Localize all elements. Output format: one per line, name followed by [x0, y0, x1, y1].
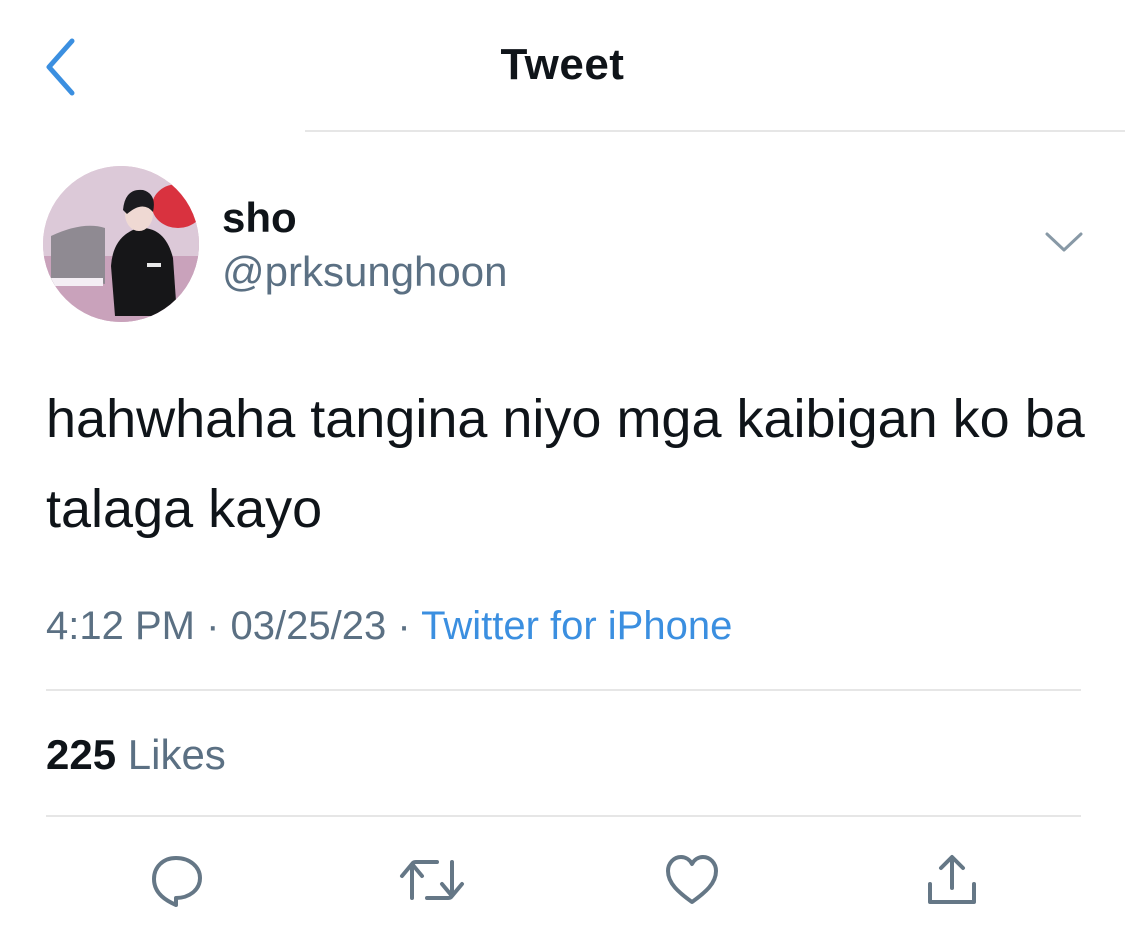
- tweet-text: hahwhaha tangina niyo mga kaibigan ko ba…: [46, 389, 1085, 539]
- tweet-metadata: 4:12 PM · 03/25/23 · Twitter for iPhone: [46, 604, 732, 649]
- meta-separator: ·: [206, 604, 220, 648]
- tweet-time: 4:12 PM: [46, 604, 195, 648]
- divider: [46, 815, 1081, 817]
- more-options-button[interactable]: [1036, 222, 1092, 262]
- page-title: Tweet: [500, 40, 625, 89]
- avatar[interactable]: [43, 166, 199, 322]
- like-button[interactable]: [652, 840, 732, 920]
- divider: [46, 689, 1081, 691]
- tweet-source-link[interactable]: Twitter for iPhone: [421, 604, 732, 648]
- meta-separator: ·: [397, 604, 411, 648]
- retweet-icon: [400, 860, 464, 900]
- likes-stat[interactable]: 225 Likes: [46, 731, 226, 779]
- reply-icon: [152, 856, 202, 907]
- author-name[interactable]: sho: [222, 194, 297, 242]
- header: Tweet: [0, 0, 1125, 132]
- header-divider: [305, 130, 1125, 132]
- avatar-image: [43, 166, 199, 322]
- share-button[interactable]: [912, 840, 992, 920]
- tweet-date: 03/25/23: [230, 604, 387, 648]
- heart-icon: [666, 855, 718, 904]
- share-icon: [928, 855, 976, 904]
- reply-button[interactable]: [136, 840, 216, 920]
- likes-count: 225: [46, 731, 117, 778]
- author-handle[interactable]: @prksunghoon: [222, 248, 508, 296]
- retweet-button[interactable]: [392, 840, 472, 920]
- likes-label: Likes: [127, 731, 226, 778]
- action-bar: [0, 840, 1125, 920]
- chevron-down-icon: [1045, 232, 1083, 252]
